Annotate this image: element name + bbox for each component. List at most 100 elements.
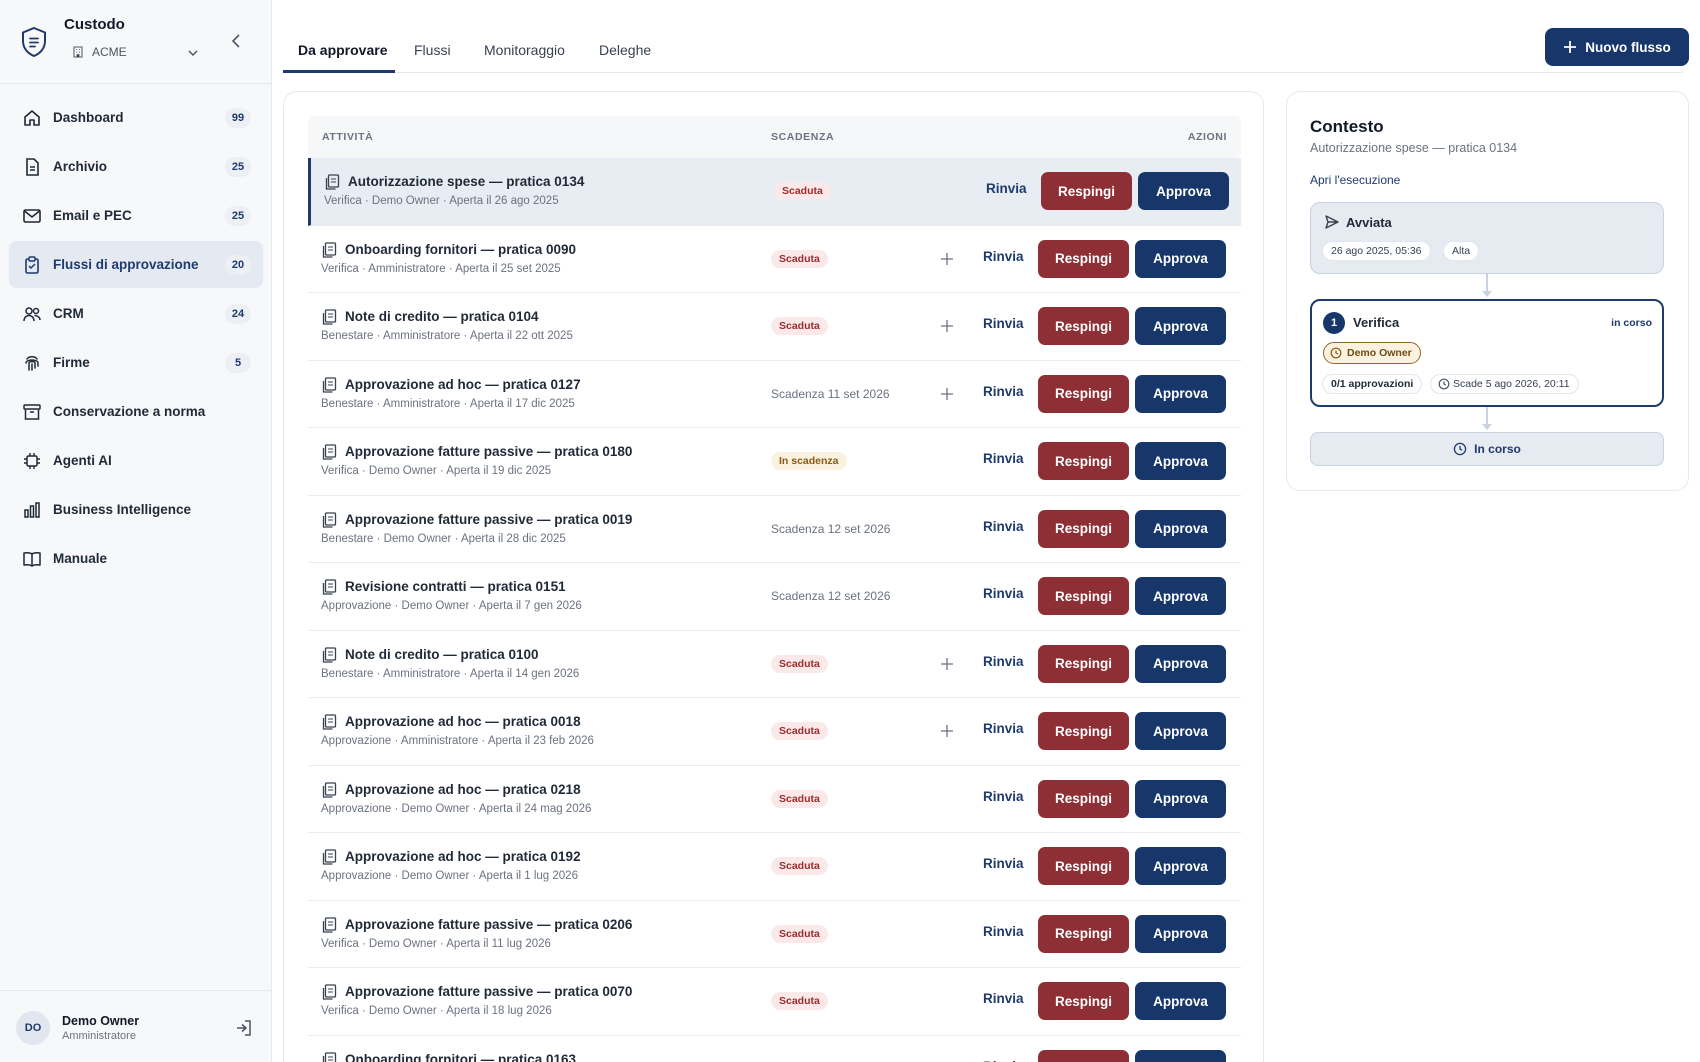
plus-icon[interactable] xyxy=(939,723,955,739)
approve-button[interactable]: Approva xyxy=(1138,172,1229,210)
reject-button[interactable]: Respingi xyxy=(1041,172,1132,210)
defer-button[interactable]: Rinvia xyxy=(983,924,1024,939)
table-row[interactable]: Approvazione ad hoc — pratica 0018 Approv… xyxy=(308,698,1241,766)
approve-button[interactable]: Approva xyxy=(1135,914,1226,953)
row-title[interactable]: Approvazione ad hoc — pratica 0192 xyxy=(345,849,581,864)
row-title[interactable]: Approvazione fatture passive — pratica 0… xyxy=(345,444,632,459)
table-row[interactable]: Approvazione ad hoc — pratica 0218 Approv… xyxy=(308,766,1241,833)
org-name[interactable]: ACME xyxy=(92,45,127,59)
defer-button[interactable]: Rinvia xyxy=(983,249,1024,264)
defer-button[interactable]: Rinvia xyxy=(983,654,1024,669)
table-row[interactable]: Approvazione fatture passive — pratica 0… xyxy=(308,496,1241,563)
table-row[interactable]: Onboarding fornitori — pratica 0090 Verif… xyxy=(308,226,1241,293)
plus-icon[interactable] xyxy=(939,386,955,402)
table-row[interactable]: Note di credito — pratica 0100 Benestare … xyxy=(308,631,1241,698)
defer-button[interactable]: Rinvia xyxy=(983,721,1024,736)
tab-monitoraggio[interactable]: Monitoraggio xyxy=(484,42,565,58)
table-row[interactable]: Revisione contratti — pratica 0151 Approv… xyxy=(308,563,1241,631)
row-title[interactable]: Onboarding fornitori — pratica 0090 xyxy=(345,242,576,257)
chevron-down-icon[interactable] xyxy=(186,46,200,60)
defer-button[interactable]: Rinvia xyxy=(983,451,1024,466)
reject-button[interactable]: Respingi xyxy=(1038,1049,1129,1062)
approve-button[interactable]: Approva xyxy=(1135,1049,1226,1062)
row-title[interactable]: Revisione contratti — pratica 0151 xyxy=(345,579,566,594)
reject-button[interactable]: Respingi xyxy=(1038,982,1129,1020)
reject-button[interactable]: Respingi xyxy=(1038,914,1129,953)
document-icon xyxy=(322,984,337,1000)
defer-button[interactable]: Rinvia xyxy=(983,316,1024,331)
defer-button[interactable]: Rinvia xyxy=(983,991,1024,1006)
table-row[interactable]: Autorizzazione spese — pratica 0134 Verif… xyxy=(308,158,1241,226)
box-icon xyxy=(23,404,41,420)
reject-button[interactable]: Respingi xyxy=(1038,442,1129,480)
table-row[interactable]: Note di credito — pratica 0104 Benestare … xyxy=(308,293,1241,361)
table-row[interactable]: Approvazione fatture passive — pratica 0… xyxy=(308,901,1241,968)
reject-button[interactable]: Respingi xyxy=(1038,509,1129,548)
table-row[interactable]: Approvazione fatture passive — pratica 0… xyxy=(308,968,1241,1036)
status-badge: Scaduta xyxy=(771,857,828,875)
approve-button[interactable]: Approva xyxy=(1135,509,1226,548)
row-title[interactable]: Approvazione ad hoc — pratica 0127 xyxy=(345,377,581,392)
reject-button[interactable]: Respingi xyxy=(1038,847,1129,885)
approve-button[interactable]: Approva xyxy=(1135,577,1226,615)
defer-button[interactable]: Rinvia xyxy=(983,519,1024,534)
row-title[interactable]: Approvazione fatture passive — pratica 0… xyxy=(345,512,632,527)
approve-button[interactable]: Approva xyxy=(1135,982,1226,1020)
defer-button[interactable]: Rinvia xyxy=(983,789,1024,804)
open-execution-link[interactable]: Apri l'esecuzione xyxy=(1310,173,1400,187)
row-title[interactable]: Approvazione fatture passive — pratica 0… xyxy=(345,984,632,999)
sidebar-item-business-intelligence[interactable]: Business Intelligence xyxy=(9,486,263,533)
collapse-sidebar-icon[interactable] xyxy=(228,32,246,50)
defer-button[interactable]: Rinvia xyxy=(983,384,1024,399)
sidebar-item-archivio[interactable]: Archivio 25 xyxy=(9,143,263,190)
defer-button[interactable]: Rinvia xyxy=(983,856,1024,871)
row-title[interactable]: Approvazione ad hoc — pratica 0018 xyxy=(345,714,581,729)
sidebar-item-email[interactable]: Email e PEC 25 xyxy=(9,192,263,239)
table-row[interactable]: Approvazione fatture passive — pratica 0… xyxy=(308,428,1241,496)
sidebar-item-manuale[interactable]: Manuale xyxy=(9,535,263,582)
reject-button[interactable]: Respingi xyxy=(1038,712,1129,750)
table-row[interactable]: Onboarding fornitori — pratica 0163 Rinvi… xyxy=(308,1036,1241,1062)
defer-button[interactable]: Rinvia xyxy=(983,586,1024,601)
reject-button[interactable]: Respingi xyxy=(1038,644,1129,683)
approve-button[interactable]: Approva xyxy=(1135,712,1226,750)
plus-icon[interactable] xyxy=(939,251,955,267)
plus-icon[interactable] xyxy=(939,656,955,672)
table-row[interactable]: Approvazione ad hoc — pratica 0192 Approv… xyxy=(308,833,1241,901)
plus-icon[interactable] xyxy=(939,318,955,334)
avatar[interactable]: DO xyxy=(16,1011,50,1045)
sidebar-item-firme[interactable]: Firme 5 xyxy=(9,339,263,386)
reject-button[interactable]: Respingi xyxy=(1038,239,1129,278)
reject-button[interactable]: Respingi xyxy=(1038,374,1129,413)
approve-button[interactable]: Approva xyxy=(1135,779,1226,818)
sidebar-item-agenti-ai[interactable]: Agenti AI xyxy=(9,437,263,484)
tab-deleghe[interactable]: Deleghe xyxy=(599,42,651,58)
approve-button[interactable]: Approva xyxy=(1135,307,1226,345)
tab-flussi[interactable]: Flussi xyxy=(414,42,451,58)
row-title[interactable]: Onboarding fornitori — pratica 0163 xyxy=(345,1052,576,1062)
defer-button[interactable]: Rinvia xyxy=(986,181,1027,196)
approve-button[interactable]: Approva xyxy=(1135,374,1226,413)
approve-button[interactable]: Approva xyxy=(1135,239,1226,278)
tab-da-approvare[interactable]: Da approvare xyxy=(298,42,387,58)
row-title[interactable]: Autorizzazione spese — pratica 0134 xyxy=(348,174,584,189)
row-title[interactable]: Approvazione ad hoc — pratica 0218 xyxy=(345,782,581,797)
logout-icon[interactable] xyxy=(234,1018,254,1038)
sidebar-item-flussi[interactable]: Flussi di approvazione 20 xyxy=(9,241,263,288)
reject-button[interactable]: Respingi xyxy=(1038,577,1129,615)
row-title[interactable]: Note di credito — pratica 0104 xyxy=(345,309,539,324)
defer-button[interactable]: Rinvia xyxy=(983,1059,1024,1062)
approve-button[interactable]: Approva xyxy=(1135,442,1226,480)
sidebar-item-crm[interactable]: CRM 24 xyxy=(9,290,263,337)
sidebar-item-conservazione[interactable]: Conservazione a norma xyxy=(9,388,263,435)
reject-button[interactable]: Respingi xyxy=(1038,779,1129,818)
started-date-chip: 26 ago 2025, 05:36 xyxy=(1322,241,1431,261)
table-row[interactable]: Approvazione ad hoc — pratica 0127 Benest… xyxy=(308,361,1241,428)
approve-button[interactable]: Approva xyxy=(1135,644,1226,683)
row-title[interactable]: Note di credito — pratica 0100 xyxy=(345,647,539,662)
row-title[interactable]: Approvazione fatture passive — pratica 0… xyxy=(345,917,632,932)
reject-button[interactable]: Respingi xyxy=(1038,307,1129,345)
approve-button[interactable]: Approva xyxy=(1135,847,1226,885)
new-flow-button[interactable]: Nuovo flusso xyxy=(1545,28,1689,66)
sidebar-item-dashboard[interactable]: Dashboard 99 xyxy=(9,94,263,141)
